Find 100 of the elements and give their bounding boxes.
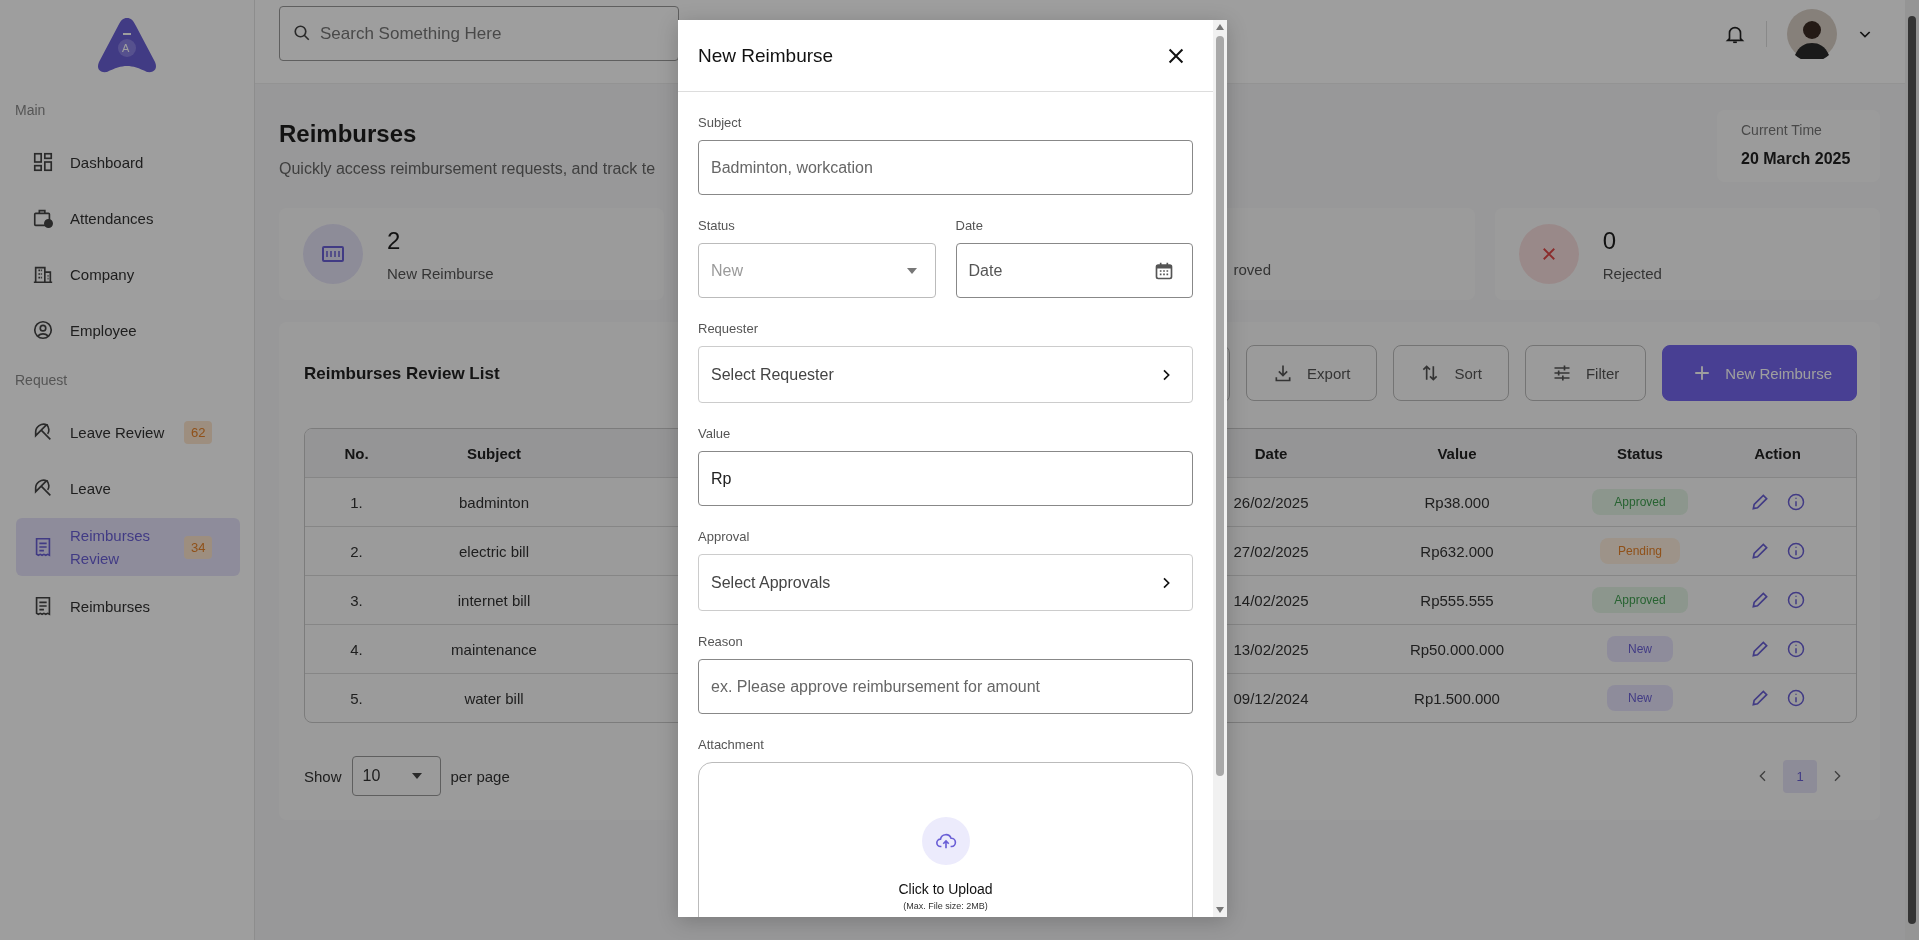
calendar-icon [1154, 260, 1174, 281]
column-header: Date [1254, 444, 1288, 462]
upload-title: Click to Upload [898, 881, 993, 897]
user-circle-icon [32, 319, 54, 341]
sidebar-item[interactable]: Reimburses [16, 578, 238, 634]
filter-button[interactable]: Filter [1524, 345, 1647, 401]
table-cell: 26/02/2025 [1233, 493, 1309, 511]
input-field[interactable]: Rp [698, 451, 1193, 506]
time-value: 20 March 2025 [1741, 150, 1852, 168]
column-header: Action [1754, 444, 1801, 462]
info-icon[interactable] [1785, 590, 1806, 610]
sidebar-item[interactable]: Employee [16, 302, 238, 358]
count-badge: 34 [184, 535, 213, 559]
column-header: Status [1617, 444, 1663, 462]
field-label: Reason [698, 633, 744, 651]
sidebar-item[interactable]: Attendances [16, 190, 238, 246]
stat-label: roved [1233, 260, 1272, 278]
status-pill: Approved [1592, 489, 1688, 515]
field-label: Status [698, 217, 736, 235]
status-pill: New [1607, 636, 1673, 662]
tag-icon [322, 246, 344, 262]
time-label: Current Time [1741, 122, 1823, 138]
page-title: Reimburses [279, 120, 418, 148]
umbrella-icon [32, 421, 54, 443]
edit-icon[interactable] [1749, 590, 1770, 610]
stat-count: 0 [1602, 226, 1618, 255]
table-cell: badminton [458, 493, 530, 511]
search-field[interactable]: Search Something Here [279, 6, 679, 61]
plus-icon [1693, 364, 1712, 382]
table-cell: Rp1.500.000 [1414, 689, 1500, 707]
input-field[interactable]: Badminton, workcation [698, 140, 1193, 195]
sort-button[interactable]: Sort [1393, 345, 1509, 401]
sidebar-item[interactable]: Leave Review 62 [16, 404, 238, 460]
section-title: Main [15, 101, 47, 120]
edit-icon[interactable] [1749, 639, 1770, 659]
table-cell: Rp632.000 [1420, 542, 1494, 560]
scrollbar[interactable] [1213, 20, 1227, 917]
caret-icon [411, 773, 422, 779]
stat-count: 2 [387, 226, 402, 255]
sidebar-item[interactable]: Company [16, 246, 238, 302]
count-badge: 62 [184, 420, 213, 444]
edit-icon[interactable] [1749, 688, 1770, 708]
table-cell: 4. [350, 640, 363, 658]
field-label: Date [955, 217, 984, 235]
new-reimburse-button[interactable]: New Reimburse [1662, 345, 1857, 401]
sidebar-item[interactable]: Leave [16, 460, 238, 516]
table-cell: 5. [350, 689, 363, 707]
section-title: Request [15, 371, 69, 390]
sidebar-item[interactable]: Dashboard [16, 134, 238, 190]
search-icon [293, 24, 311, 42]
date-field[interactable]: Date [955, 243, 1193, 298]
edit-icon[interactable] [1749, 541, 1770, 561]
table-cell: Rp50.000.000 [1409, 640, 1505, 658]
status-pill: Pending [1600, 538, 1680, 564]
status-pill: New [1607, 685, 1673, 711]
scroll-up-icon[interactable] [1216, 24, 1224, 30]
page-size-select[interactable]: 10 [351, 756, 441, 796]
dashboard-icon [32, 151, 54, 173]
field-label: Subject [698, 114, 743, 132]
field-label: Approval [698, 528, 751, 546]
table-cell: 1. [350, 493, 363, 511]
umbrella-icon [32, 477, 54, 499]
upload-area[interactable]: Click to Upload (Max. File size: 2MB) [698, 762, 1193, 917]
table-cell: 14/02/2025 [1233, 591, 1309, 609]
table-cell: electric bill [459, 542, 529, 560]
scrollbar[interactable] [1905, 0, 1919, 940]
per-page-label: per page [450, 767, 510, 785]
field-label: Value [698, 425, 732, 443]
table-cell: 09/12/2024 [1233, 689, 1309, 707]
edit-icon[interactable] [1749, 492, 1770, 512]
table-cell: 2. [350, 542, 363, 560]
info-icon[interactable] [1785, 639, 1806, 659]
page-subtitle: Quickly access reimbursement requests, and track te [279, 160, 656, 178]
stat-label: Rejected [1602, 264, 1662, 282]
picker-button[interactable]: Select Approvals [698, 554, 1193, 611]
input-field[interactable]: ex. Please approve reimbursement for amount [698, 659, 1193, 714]
scroll-down-icon[interactable] [1216, 907, 1224, 913]
list-title: Reimburses Review List [304, 364, 500, 384]
status-pill: Approved [1592, 587, 1688, 613]
table-cell: 13/02/2025 [1233, 640, 1309, 658]
dialog-title: New Reimburse [698, 44, 834, 67]
column-header: Subject [466, 444, 522, 462]
picker-button[interactable]: Select Requester [698, 346, 1193, 403]
info-icon[interactable] [1785, 688, 1806, 708]
column-header: Value [1437, 444, 1477, 462]
export-button[interactable]: Export [1246, 345, 1378, 401]
upload-hint: (Max. File size: 2MB) [903, 901, 988, 911]
column-header: No. [344, 444, 369, 462]
field-label: Requester [698, 320, 759, 338]
table-cell: maintenance [451, 640, 537, 658]
table-cell: water bill [464, 689, 524, 707]
table-cell: internet bill [457, 591, 531, 609]
table-cell: Rp555.555 [1420, 591, 1494, 609]
show-label: Show [304, 767, 342, 785]
caret-icon [906, 267, 917, 274]
field-label: Attachment [698, 736, 765, 754]
info-icon[interactable] [1785, 492, 1806, 512]
avatar[interactable] [1787, 8, 1837, 59]
download-icon [1273, 363, 1294, 383]
info-icon[interactable] [1785, 541, 1806, 561]
